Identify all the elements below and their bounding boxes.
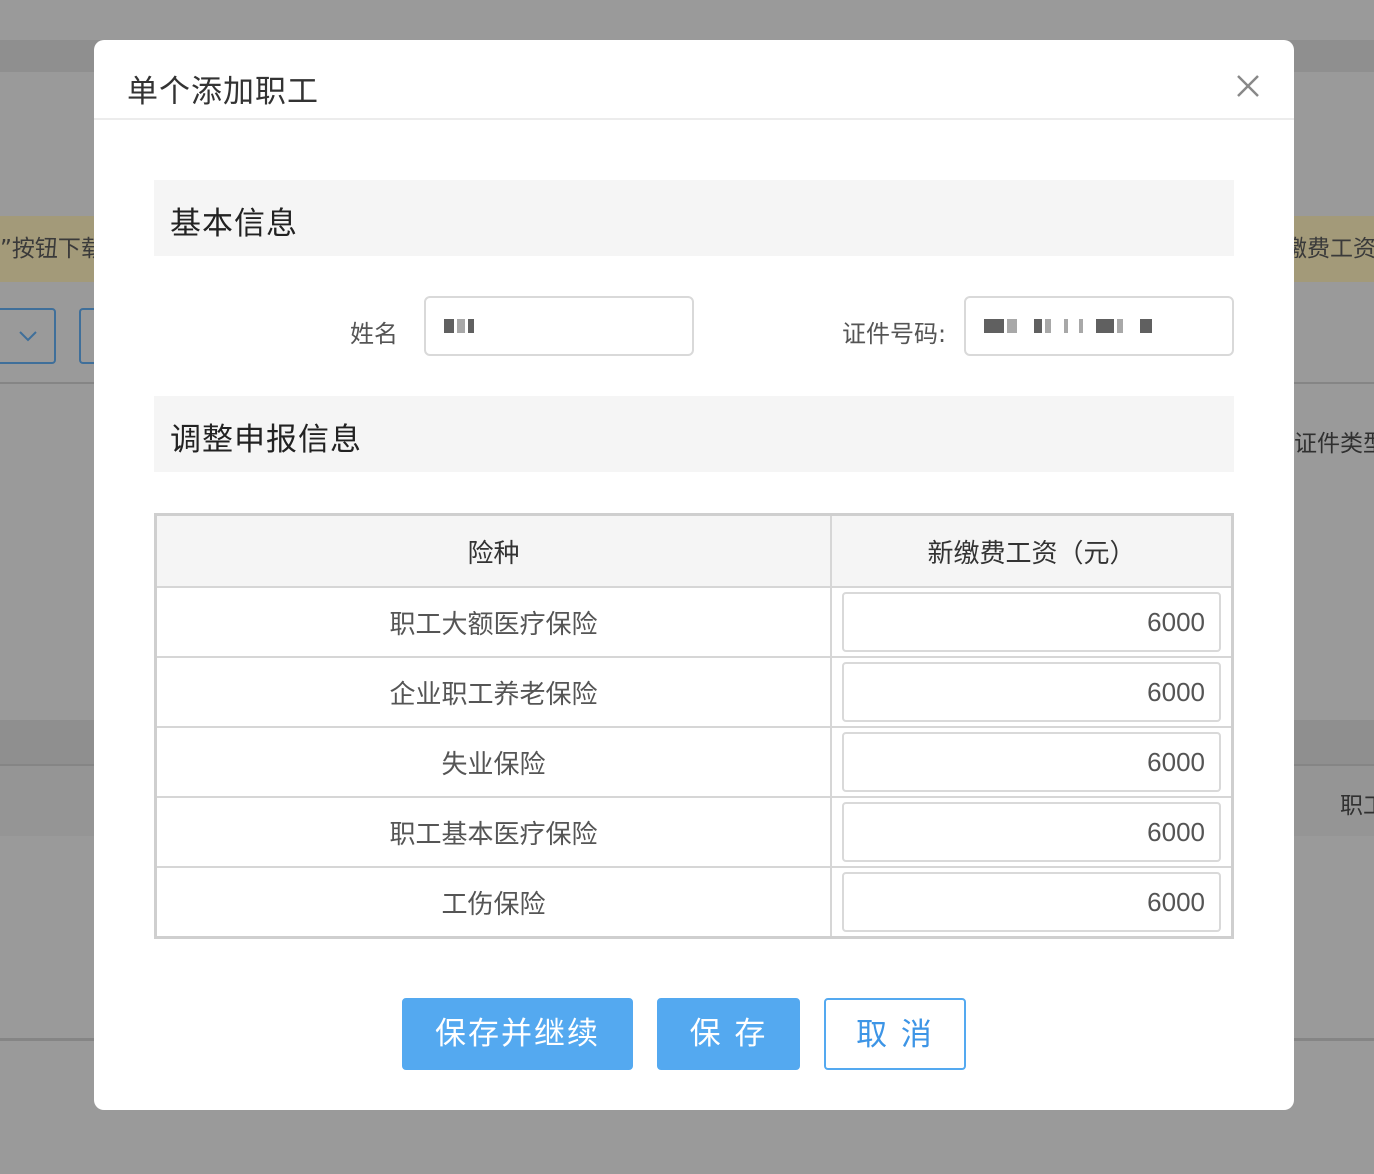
- cancel-button[interactable]: 取 消: [824, 998, 966, 1070]
- background-bottom-line: [0, 1038, 94, 1041]
- background-table-head-right: [1294, 720, 1374, 764]
- amount-input[interactable]: 6000: [842, 872, 1221, 932]
- amount-cell: 6000: [830, 726, 1234, 798]
- background-select: [0, 308, 56, 364]
- background-notice-left-text: ”按钮下载: [0, 236, 94, 262]
- insurance-type-cell: 失业保险: [154, 726, 832, 798]
- name-label: 姓名: [350, 320, 398, 348]
- add-employee-dialog: 单个添加职工 基本信息 姓名 证件号码: 调整申报信息 险种 新缴费工资（元） …: [94, 40, 1294, 1110]
- chevron-down-icon: [19, 331, 37, 342]
- amount-cell: 6000: [830, 796, 1234, 868]
- adjust-info-section: 调整申报信息: [154, 396, 1234, 472]
- table-row: 职工基本医疗保险 6000: [154, 796, 1234, 868]
- background-notice-right-text: 缴费工资: [1294, 236, 1374, 262]
- amount-cell: 6000: [830, 586, 1234, 658]
- basic-info-title: 基本信息: [170, 206, 298, 242]
- background-notice-right: 缴费工资: [1294, 216, 1374, 282]
- amount-cell: 6000: [830, 656, 1234, 728]
- table-row: 工伤保险 6000: [154, 866, 1234, 939]
- background-right-column: 职工: [1340, 793, 1374, 819]
- background-divider: [0, 382, 94, 384]
- insurance-table: 险种 新缴费工资（元） 职工大额医疗保险 6000 企业职工养老保险 6000 …: [154, 513, 1234, 939]
- dialog-header: 单个添加职工: [94, 40, 1294, 120]
- table-row: 职工大额医疗保险 6000: [154, 586, 1234, 658]
- table-row: 失业保险 6000: [154, 726, 1234, 798]
- table-row: 企业职工养老保险 6000: [154, 656, 1234, 728]
- amount-input[interactable]: 6000: [842, 662, 1221, 722]
- close-button[interactable]: [1232, 70, 1264, 102]
- background-right-label: 证件类型: [1294, 431, 1374, 457]
- basic-info-section: 基本信息: [154, 180, 1234, 256]
- id-number-label: 证件号码:: [842, 320, 947, 348]
- close-icon: [1237, 75, 1259, 97]
- insurance-type-cell: 职工基本医疗保险: [154, 796, 832, 868]
- amount-input[interactable]: 6000: [842, 802, 1221, 862]
- insurance-type-cell: 工伤保险: [154, 866, 832, 939]
- id-number-input[interactable]: [964, 296, 1234, 356]
- background-divider-right: [1294, 382, 1374, 384]
- amount-cell: 6000: [830, 866, 1234, 939]
- insurance-type-cell: 企业职工养老保险: [154, 656, 832, 728]
- insurance-type-cell: 职工大额医疗保险: [154, 586, 832, 658]
- adjust-info-title: 调整申报信息: [170, 422, 362, 458]
- amount-input[interactable]: 6000: [842, 592, 1221, 652]
- table-header-row: 险种 新缴费工资（元）: [154, 513, 1234, 588]
- column-header-insurance-type: 险种: [154, 513, 832, 588]
- amount-input[interactable]: 6000: [842, 732, 1221, 792]
- save-and-continue-button[interactable]: 保存并继续: [402, 998, 633, 1070]
- dialog-title: 单个添加职工: [127, 74, 319, 110]
- column-header-new-wage: 新缴费工资（元）: [830, 513, 1234, 588]
- background-notice-left: ”按钮下载: [0, 216, 94, 282]
- background-table-row: [0, 766, 94, 836]
- background-table-head: [0, 720, 94, 764]
- background-bottom-line-right: [1294, 1038, 1374, 1041]
- name-input[interactable]: [424, 296, 694, 356]
- save-button[interactable]: 保 存: [657, 998, 800, 1070]
